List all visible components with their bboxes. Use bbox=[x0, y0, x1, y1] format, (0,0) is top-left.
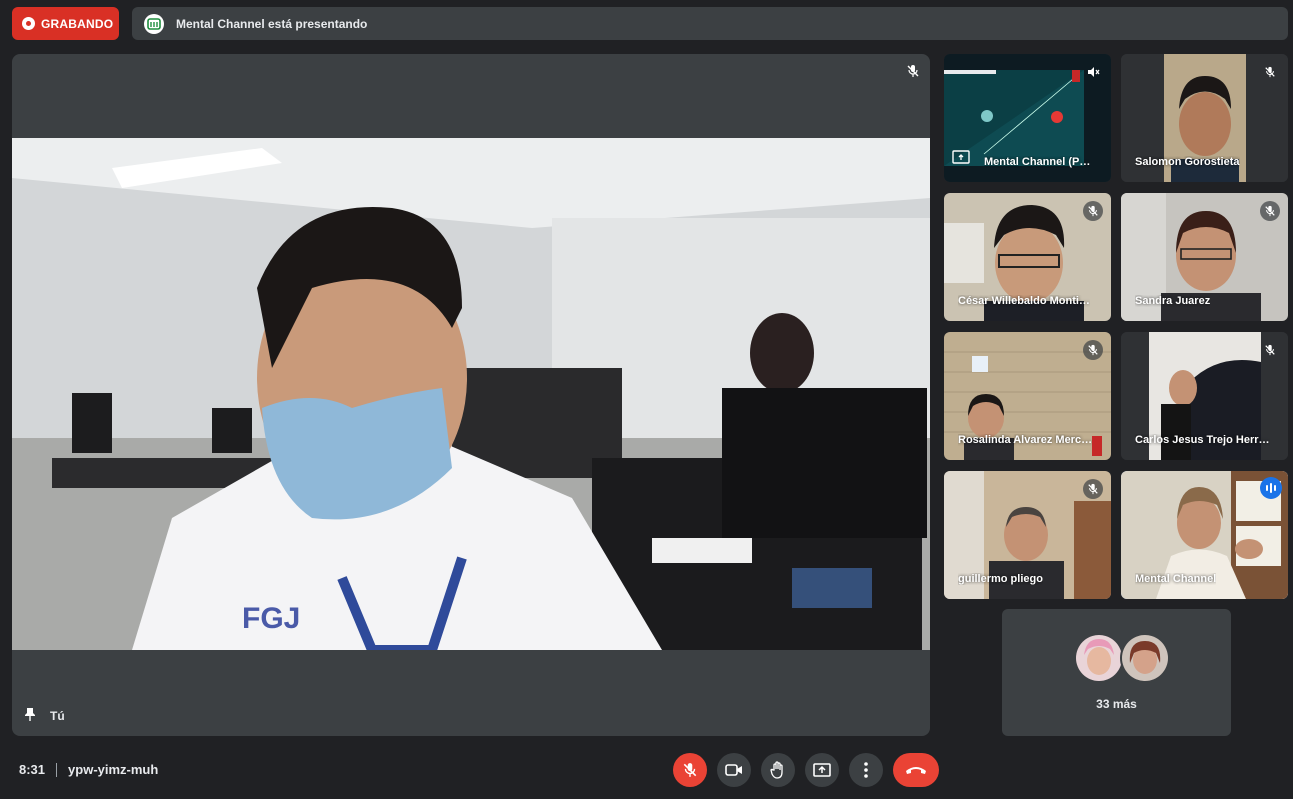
pin-icon[interactable] bbox=[24, 707, 36, 724]
end-call-icon bbox=[906, 767, 926, 774]
screen-share-icon bbox=[952, 150, 970, 169]
more-options-icon bbox=[864, 762, 868, 778]
mic-off-icon bbox=[1260, 340, 1280, 360]
main-speaker-label: Tú bbox=[24, 707, 65, 724]
mic-off-icon bbox=[1260, 201, 1280, 221]
participant-name: guillermo pliego bbox=[958, 573, 1043, 585]
participant-name: Mental Channel (P… bbox=[984, 156, 1091, 168]
more-participants-count: 33 más bbox=[1096, 697, 1137, 711]
participant-name: Mental Channel bbox=[1135, 573, 1217, 585]
participant-tile[interactable]: Sandra Juarez bbox=[1121, 193, 1288, 321]
mic-off-icon bbox=[906, 64, 920, 83]
mic-off-icon bbox=[1083, 201, 1103, 221]
participant-tile-presentation[interactable]: Mental Channel (P… bbox=[944, 54, 1111, 182]
main-speaker-video: FGJ bbox=[12, 138, 930, 650]
participant-name: Sandra Juarez bbox=[1135, 295, 1211, 307]
mic-off-icon bbox=[1083, 479, 1103, 499]
main-speaker-name: Tú bbox=[50, 708, 65, 723]
raise-hand-icon bbox=[770, 761, 783, 779]
recording-label: GRABANDO bbox=[41, 16, 114, 31]
recording-indicator[interactable]: GRABANDO bbox=[12, 7, 119, 40]
participant-tile-active-speaker[interactable]: Mental Channel bbox=[1121, 471, 1288, 599]
record-icon bbox=[22, 17, 35, 30]
main-speaker-tile[interactable]: FGJ Tú bbox=[12, 54, 930, 736]
call-controls bbox=[673, 753, 939, 787]
present-screen-button[interactable] bbox=[805, 753, 839, 787]
meeting-info: 8:31 ypw-yimz-muh bbox=[19, 762, 158, 777]
mic-off-icon bbox=[683, 763, 697, 777]
mic-off-icon bbox=[1083, 340, 1103, 360]
avatar bbox=[1120, 633, 1170, 683]
volume-off-icon bbox=[1083, 62, 1103, 82]
meeting-time: 8:31 bbox=[19, 762, 46, 777]
participant-tile[interactable]: Salomon Gorostieta bbox=[1121, 54, 1288, 182]
end-call-button[interactable] bbox=[893, 753, 939, 787]
svg-text:FGJ: FGJ bbox=[242, 602, 300, 635]
present-screen-icon bbox=[813, 763, 831, 777]
avatar-group bbox=[1074, 633, 1170, 683]
participant-tile[interactable]: César Willebaldo Monti… bbox=[944, 193, 1111, 321]
participant-tile[interactable]: Carlos Jesus Trejo Herr… bbox=[1121, 332, 1288, 460]
presenting-banner: Mental Channel está presentando bbox=[132, 7, 1288, 40]
presenting-text: Mental Channel está presentando bbox=[176, 16, 368, 31]
participant-name: César Willebaldo Monti… bbox=[958, 295, 1090, 307]
speaking-icon bbox=[1260, 477, 1282, 499]
more-options-button[interactable] bbox=[849, 753, 883, 787]
meeting-code: ypw-yimz-muh bbox=[68, 762, 159, 777]
participant-name: Salomon Gorostieta bbox=[1135, 156, 1240, 168]
camera-toggle-button[interactable] bbox=[717, 753, 751, 787]
divider bbox=[56, 762, 58, 777]
participant-name: Rosalinda Alvarez Merc… bbox=[958, 434, 1093, 446]
avatar bbox=[1074, 633, 1124, 683]
mic-toggle-button[interactable] bbox=[673, 753, 707, 787]
participant-tile[interactable]: guillermo pliego bbox=[944, 471, 1111, 599]
participant-name: Carlos Jesus Trejo Herr… bbox=[1135, 434, 1270, 446]
camera-icon bbox=[725, 764, 742, 776]
more-participants-tile[interactable]: 33 más bbox=[1002, 609, 1231, 736]
raise-hand-button[interactable] bbox=[761, 753, 795, 787]
participant-tile[interactable]: Rosalinda Alvarez Merc… bbox=[944, 332, 1111, 460]
mental-channel-logo-icon bbox=[144, 13, 164, 34]
mic-off-icon bbox=[1260, 62, 1280, 82]
